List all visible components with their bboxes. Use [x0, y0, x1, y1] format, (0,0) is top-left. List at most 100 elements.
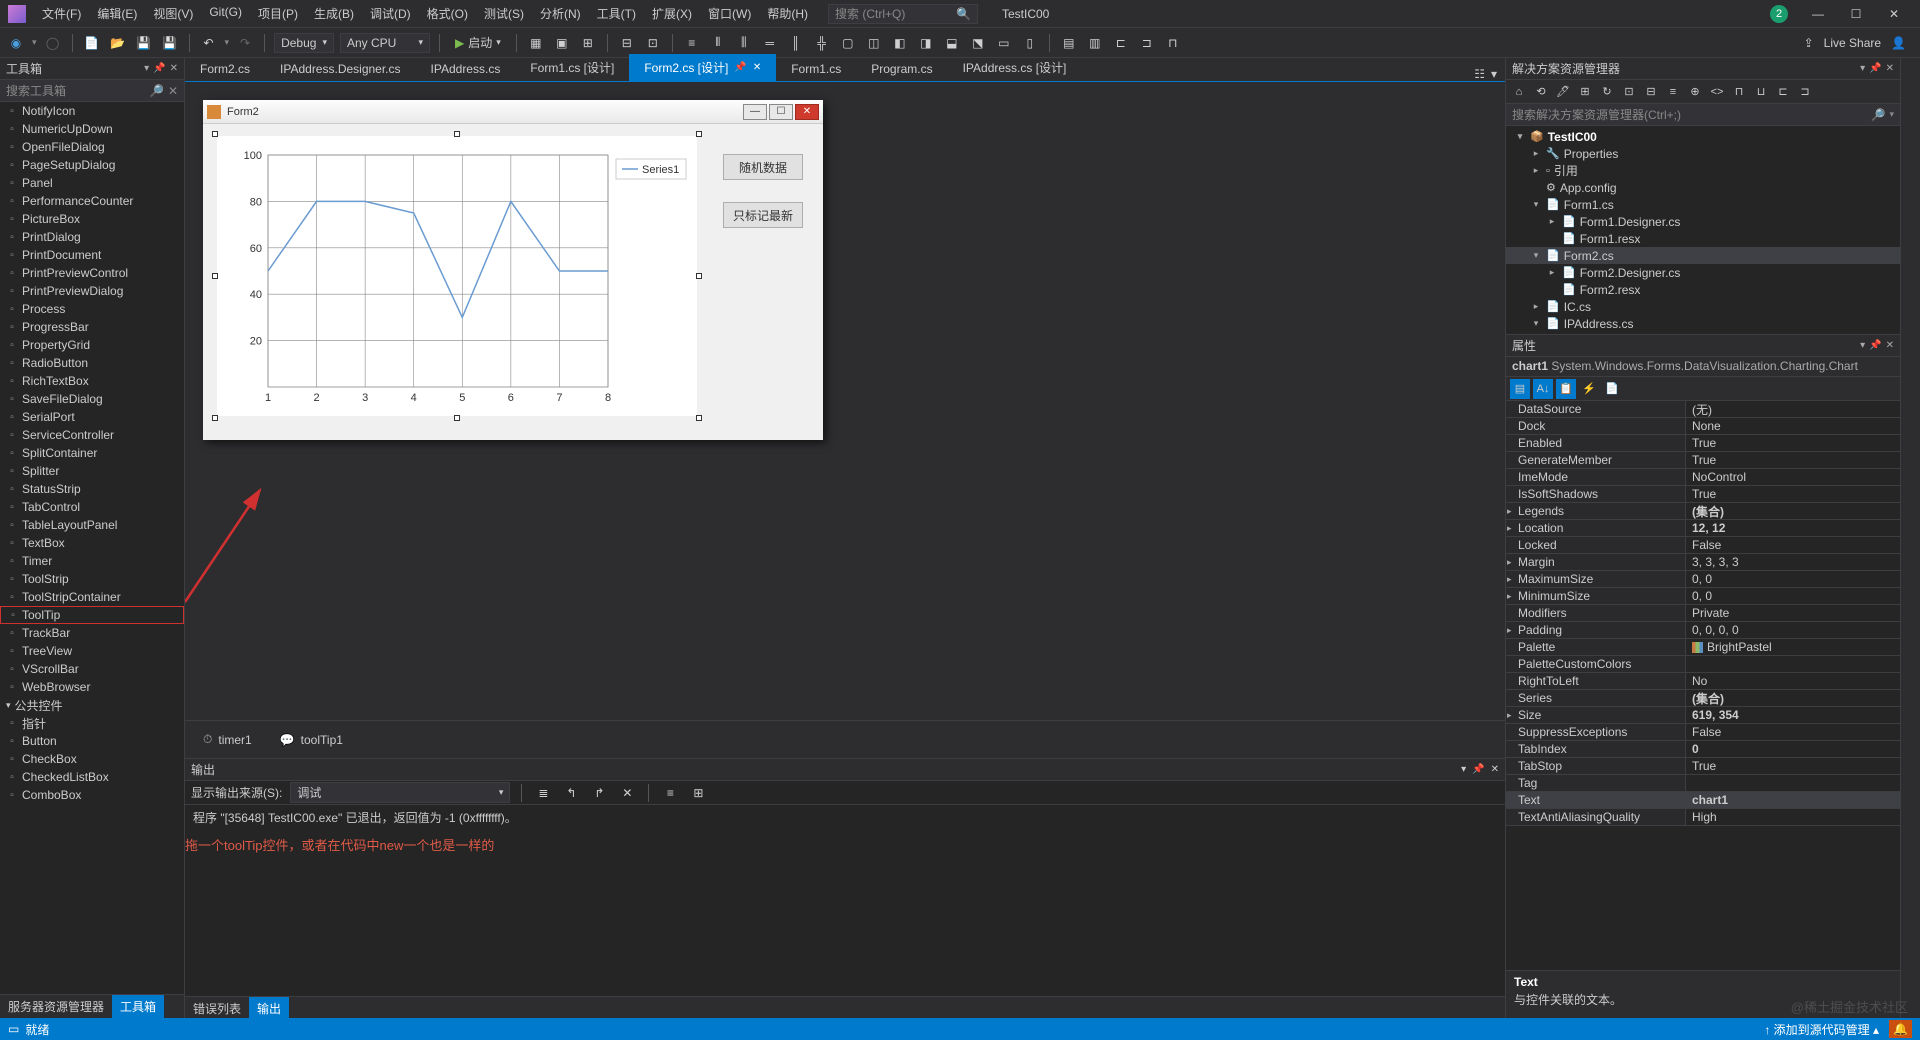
property-row[interactable]: IsSoftShadowsTrue — [1506, 486, 1900, 503]
document-tab[interactable]: IPAddress.Designer.cs — [265, 57, 416, 81]
menu-item[interactable]: 生成(B) — [306, 1, 362, 26]
tree-item[interactable]: ⚙App.config — [1506, 179, 1900, 196]
toolbox-item[interactable]: ▫指针 — [0, 714, 184, 732]
menu-item[interactable]: 调试(D) — [362, 1, 419, 26]
property-row[interactable]: TabIndex0 — [1506, 741, 1900, 758]
toolbox-item[interactable]: ▫TreeView — [0, 642, 184, 660]
output-text[interactable]: 程序 "[35648] TestIC00.exe" 已退出，返回值为 -1 (0… — [185, 805, 1505, 996]
toolbox-item[interactable]: ▫NumericUpDown — [0, 120, 184, 138]
close-icon[interactable]: ✕ — [753, 62, 761, 73]
toolbar-icon[interactable]: ⊓ — [1163, 33, 1183, 53]
toolbox-search-input[interactable]: 搜索工具箱 🔎 ✕ — [0, 80, 184, 102]
notifications-icon[interactable]: 🔔 — [1889, 1020, 1912, 1038]
property-row[interactable]: ▸Location12, 12 — [1506, 520, 1900, 537]
document-tab[interactable]: Form2.cs — [185, 57, 265, 81]
property-row[interactable]: PaletteBrightPastel — [1506, 639, 1900, 656]
tree-item[interactable]: ▸▫引用 — [1506, 162, 1900, 179]
toolbar-icon[interactable]: ◫ — [864, 33, 884, 53]
toolbox-item[interactable]: ▫StatusStrip — [0, 480, 184, 498]
toolbox-item[interactable]: ▫SplitContainer — [0, 444, 184, 462]
menu-item[interactable]: 测试(S) — [476, 1, 532, 26]
toolbar-icon[interactable]: ⊐ — [1137, 33, 1157, 53]
toolbox-item[interactable]: ▫ToolStripContainer — [0, 588, 184, 606]
solution-toolbar-icon[interactable]: ⊐ — [1796, 83, 1814, 101]
save-all-icon[interactable]: 💾 — [160, 33, 180, 53]
menu-item[interactable]: 格式(O) — [419, 1, 476, 26]
menu-item[interactable]: 视图(V) — [145, 1, 201, 26]
menu-item[interactable]: 工具(T) — [589, 1, 644, 26]
property-row[interactable]: DataSource(无) — [1506, 401, 1900, 418]
property-row[interactable]: ▸MinimumSize0, 0 — [1506, 588, 1900, 605]
solution-toolbar-icon[interactable]: ⊔ — [1752, 83, 1770, 101]
menu-item[interactable]: Git(G) — [201, 1, 250, 26]
toolbar-icon[interactable]: ▭ — [994, 33, 1014, 53]
wrap-icon[interactable]: ≡ — [660, 783, 680, 803]
toolbox-item[interactable]: ▫ToolTip — [0, 606, 184, 624]
close-icon[interactable]: ✕ — [1886, 340, 1894, 351]
back-icon[interactable]: ◉ — [6, 33, 26, 53]
tab-output[interactable]: 输出 — [249, 997, 289, 1018]
toolbox-item[interactable]: ▫PrintPreviewDialog — [0, 282, 184, 300]
toolbox-item[interactable]: ▫CheckBox — [0, 750, 184, 768]
output-source-dropdown[interactable]: 调试▾ — [290, 782, 510, 803]
close-button[interactable]: ✕ — [1876, 2, 1912, 26]
toolbar-icon[interactable]: ═ — [760, 33, 780, 53]
toolbox-item[interactable]: ▫NotifyIcon — [0, 102, 184, 120]
toolbox-item[interactable]: ▫Process — [0, 300, 184, 318]
designer-surface[interactable]: Form2 — ☐ ✕ 1234567820406080100Series1 — [185, 82, 1505, 720]
menu-item[interactable]: 窗口(W) — [700, 1, 759, 26]
tray-tooltip[interactable]: 💬toolTip1 — [280, 733, 343, 747]
toolbar-icon[interactable]: ⬓ — [942, 33, 962, 53]
toolbar-icon[interactable]: ▯ — [1020, 33, 1040, 53]
property-row[interactable]: Series(集合) — [1506, 690, 1900, 707]
toolbox-item[interactable]: ▫TabControl — [0, 498, 184, 516]
tree-item[interactable]: ▸📄Form2.Designer.cs — [1506, 264, 1900, 281]
document-tab[interactable]: Form2.cs [设计]📌✕ — [629, 54, 776, 81]
toolbox-item[interactable]: ▫PageSetupDialog — [0, 156, 184, 174]
document-tab[interactable]: Form1.cs — [776, 57, 856, 81]
toolbar-icon[interactable]: ╬ — [812, 33, 832, 53]
solution-toolbar-icon[interactable]: ⊏ — [1774, 83, 1792, 101]
properties-icon[interactable]: 📋 — [1556, 379, 1576, 399]
dropdown-icon[interactable]: ▾ — [1860, 340, 1865, 351]
toolbox-item[interactable]: ▫PrintDialog — [0, 228, 184, 246]
tree-item[interactable]: ▾📦TestIC00 — [1506, 128, 1900, 145]
toolbar-icon[interactable]: ⬔ — [968, 33, 988, 53]
minimize-button[interactable]: — — [1800, 2, 1836, 26]
solution-toolbar-icon[interactable]: ⊕ — [1686, 83, 1704, 101]
property-row[interactable]: ▸MaximumSize0, 0 — [1506, 571, 1900, 588]
preview-icon[interactable]: ☷ — [1474, 67, 1485, 81]
property-row[interactable]: ▸Legends(集合) — [1506, 503, 1900, 520]
property-pages-icon[interactable]: 📄 — [1602, 379, 1622, 399]
toolbox-item[interactable]: ▫SerialPort — [0, 408, 184, 426]
dropdown-icon[interactable]: ▾ — [1491, 67, 1497, 81]
property-row[interactable]: LockedFalse — [1506, 537, 1900, 554]
tree-item[interactable]: ▾📄IPAddress.cs — [1506, 315, 1900, 332]
toolbar-icon[interactable]: ⫼ — [734, 33, 754, 53]
property-row[interactable]: Textchart1 — [1506, 792, 1900, 809]
solution-toolbar-icon[interactable]: ⌂ — [1510, 83, 1528, 101]
property-row[interactable]: ImeModeNoControl — [1506, 469, 1900, 486]
property-row[interactable]: TabStopTrue — [1506, 758, 1900, 775]
form-preview[interactable]: Form2 — ☐ ✕ 1234567820406080100Series1 — [203, 100, 823, 440]
tab-toolbox[interactable]: 工具箱 — [112, 995, 164, 1018]
alphabetical-icon[interactable]: A↓ — [1533, 379, 1553, 399]
document-tab[interactable]: Program.cs — [856, 57, 947, 81]
toolbox-item[interactable]: ▫WebBrowser — [0, 678, 184, 696]
solution-toolbar-icon[interactable]: 🖊 — [1554, 83, 1572, 101]
tree-item[interactable]: 📄Form2.resx — [1506, 281, 1900, 298]
events-icon[interactable]: ⚡ — [1579, 379, 1599, 399]
toolbox-item[interactable]: ▫Panel — [0, 174, 184, 192]
toolbar-icon[interactable]: ◨ — [916, 33, 936, 53]
toolbox-item[interactable]: ▫ToolStrip — [0, 570, 184, 588]
toolbox-item[interactable]: ▫PerformanceCounter — [0, 192, 184, 210]
toolbox-group[interactable]: ▾公共控件 — [0, 696, 184, 714]
toolbox-item[interactable]: ▫PrintPreviewControl — [0, 264, 184, 282]
menu-item[interactable]: 分析(N) — [532, 1, 589, 26]
account-icon[interactable]: 👤 — [1891, 36, 1906, 50]
toolbar-icon[interactable]: ║ — [786, 33, 806, 53]
categorized-icon[interactable]: ▤ — [1510, 379, 1530, 399]
toolbar-icon[interactable]: ◧ — [890, 33, 910, 53]
toolbar-icon[interactable]: ▥ — [1085, 33, 1105, 53]
property-row[interactable]: ModifiersPrivate — [1506, 605, 1900, 622]
